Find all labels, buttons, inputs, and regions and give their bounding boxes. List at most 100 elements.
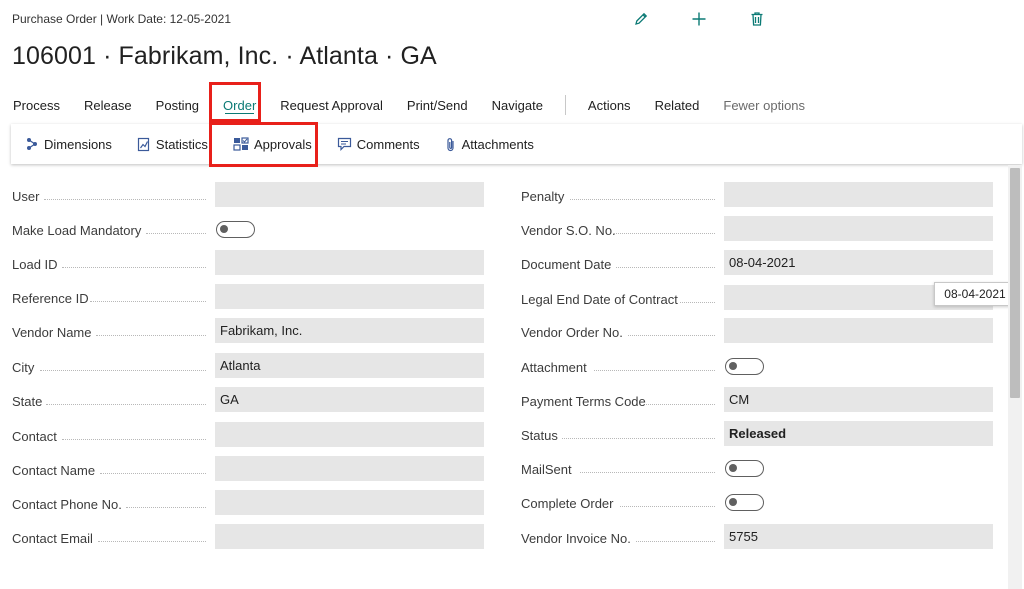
field-label: Vendor Invoice No. bbox=[521, 530, 631, 546]
attachment-toggle[interactable] bbox=[725, 358, 764, 375]
dimensions-icon bbox=[25, 137, 39, 151]
contact-phone-field[interactable] bbox=[215, 490, 484, 515]
submenu-dimensions[interactable]: Dimensions bbox=[25, 124, 125, 164]
leader-dots bbox=[126, 482, 206, 508]
menu-order[interactable]: Order bbox=[211, 88, 268, 122]
payment-terms-code-field[interactable]: CM bbox=[724, 387, 993, 412]
leader-dots bbox=[570, 174, 715, 200]
menu-print-send[interactable]: Print/Send bbox=[395, 88, 480, 122]
leader-dots bbox=[616, 242, 715, 268]
field-label: Status bbox=[521, 427, 558, 443]
field-label: Complete Order bbox=[521, 495, 614, 511]
leader-dots bbox=[98, 516, 206, 542]
vendor-order-no-field[interactable] bbox=[724, 318, 993, 343]
leader-dots bbox=[580, 447, 715, 473]
state-field[interactable]: GA bbox=[215, 387, 484, 412]
status-field: Released bbox=[724, 421, 993, 446]
document-date-field[interactable]: 08-04-2021 bbox=[724, 250, 993, 275]
leader-dots bbox=[628, 310, 715, 336]
leader-dots bbox=[594, 345, 715, 371]
vendor-invoice-no-field[interactable]: 5755 bbox=[724, 524, 993, 549]
submenu-statistics[interactable]: Statistics bbox=[137, 124, 221, 164]
leader-dots bbox=[620, 481, 715, 507]
field-label: User bbox=[12, 188, 40, 204]
menu-release[interactable]: Release bbox=[72, 88, 144, 122]
add-plus-icon[interactable] bbox=[688, 8, 710, 30]
contact-field[interactable] bbox=[215, 422, 484, 447]
field-label: Contact bbox=[12, 428, 57, 444]
delete-trash-icon[interactable] bbox=[746, 8, 768, 30]
paperclip-icon bbox=[445, 137, 457, 152]
menu-navigate[interactable]: Navigate bbox=[480, 88, 555, 122]
submenu-comments[interactable]: Comments bbox=[337, 124, 433, 164]
leader-dots bbox=[62, 414, 206, 440]
field-label: Contact Name bbox=[12, 462, 96, 478]
menu-actions[interactable]: Actions bbox=[576, 88, 643, 122]
page-title: 106001 · Fabrikam, Inc. · Atlanta · GA bbox=[12, 42, 437, 70]
submenu-approvals[interactable]: Approvals bbox=[233, 124, 325, 164]
field-label: Vendor Name bbox=[12, 324, 92, 340]
user-field[interactable] bbox=[215, 182, 484, 207]
submenu-label: Comments bbox=[356, 136, 420, 152]
mailsent-toggle[interactable] bbox=[725, 460, 764, 477]
city-field[interactable]: Atlanta bbox=[215, 353, 484, 378]
contact-email-field[interactable] bbox=[215, 524, 484, 549]
vendor-name-field[interactable]: Fabrikam, Inc. bbox=[215, 318, 484, 343]
complete-order-toggle[interactable] bbox=[725, 494, 764, 511]
leader-dots bbox=[46, 379, 206, 405]
menu-fewer-options[interactable]: Fewer options bbox=[711, 88, 817, 122]
leader-dots bbox=[636, 516, 715, 542]
field-label: Document Date bbox=[521, 256, 612, 272]
leader-dots bbox=[44, 174, 206, 200]
leader-dots bbox=[100, 448, 206, 474]
field-label: Penalty bbox=[521, 188, 565, 204]
leader-dots bbox=[562, 413, 715, 439]
statistics-icon bbox=[137, 137, 151, 152]
general-fasttab: User Make Load Mandatory Load ID Referen… bbox=[0, 178, 1008, 589]
make-load-mandatory-toggle[interactable] bbox=[216, 221, 255, 238]
field-label: MailSent bbox=[521, 461, 572, 477]
action-menu-bar: Process Release Posting Order Request Ap… bbox=[0, 88, 1024, 122]
leader-dots bbox=[646, 379, 715, 405]
field-label: Attachment bbox=[521, 359, 587, 375]
menu-request-approval[interactable]: Request Approval bbox=[268, 88, 395, 122]
edit-pencil-icon[interactable] bbox=[630, 8, 652, 30]
approvals-icon bbox=[233, 137, 249, 151]
comments-icon bbox=[337, 137, 352, 151]
field-label: City bbox=[12, 359, 35, 375]
field-label: Vendor S.O. No. bbox=[521, 222, 616, 238]
field-label: Legal End Date of Contract bbox=[521, 291, 678, 307]
leader-dots bbox=[614, 208, 715, 234]
reference-id-field[interactable] bbox=[215, 284, 484, 309]
leader-dots bbox=[90, 276, 206, 302]
penalty-field[interactable] bbox=[724, 182, 993, 207]
contact-name-field[interactable] bbox=[215, 456, 484, 481]
submenu-label: Approvals bbox=[253, 136, 312, 152]
submenu-label: Dimensions bbox=[44, 136, 112, 152]
leader-dots bbox=[96, 310, 206, 336]
vendor-so-no-field[interactable] bbox=[724, 216, 993, 241]
leader-dots bbox=[146, 208, 206, 234]
field-label: Vendor Order No. bbox=[521, 324, 623, 340]
menu-related[interactable]: Related bbox=[643, 88, 712, 122]
date-tooltip: 08-04-2021 bbox=[934, 282, 1016, 306]
field-label: Contact Phone No. bbox=[12, 496, 122, 512]
breadcrumb: Purchase Order | Work Date: 12-05-2021 bbox=[12, 12, 231, 26]
order-submenu: Dimensions Statistics Approvals Comments… bbox=[11, 124, 1022, 164]
menu-process[interactable]: Process bbox=[0, 88, 72, 122]
menu-divider bbox=[564, 95, 566, 115]
leader-dots bbox=[62, 242, 206, 268]
field-label: Make Load Mandatory bbox=[12, 222, 142, 238]
field-label: Contact Email bbox=[12, 530, 93, 546]
submenu-label: Statistics bbox=[155, 136, 208, 152]
field-label: State bbox=[12, 393, 43, 409]
scrollbar-thumb[interactable] bbox=[1010, 168, 1020, 398]
field-label: Payment Terms Code bbox=[521, 393, 646, 409]
field-label: Load ID bbox=[12, 256, 58, 272]
menu-posting[interactable]: Posting bbox=[144, 88, 211, 122]
leader-dots bbox=[40, 345, 206, 371]
load-id-field[interactable] bbox=[215, 250, 484, 275]
submenu-attachments[interactable]: Attachments bbox=[445, 124, 547, 164]
leader-dots bbox=[680, 277, 715, 303]
field-label: Reference ID bbox=[12, 290, 89, 306]
